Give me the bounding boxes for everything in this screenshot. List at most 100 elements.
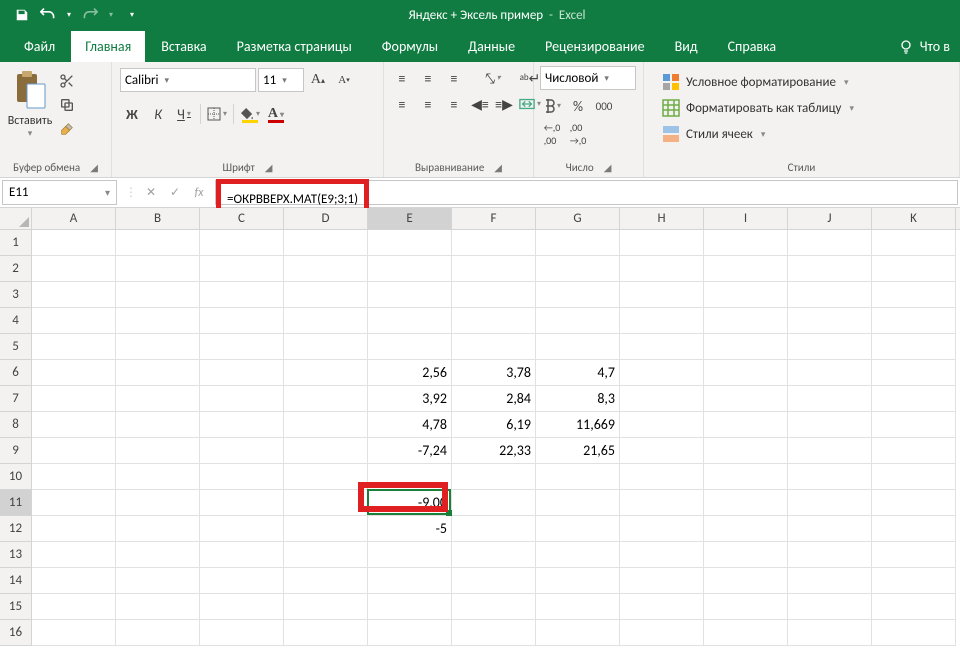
number-dialog-launcher[interactable]: ◢ (604, 161, 612, 174)
cell[interactable] (788, 334, 872, 360)
cell[interactable] (872, 438, 956, 464)
cell[interactable] (704, 256, 788, 282)
cell[interactable] (704, 490, 788, 516)
cell[interactable] (116, 230, 200, 256)
cell[interactable] (788, 542, 872, 568)
cell[interactable] (536, 568, 620, 594)
cell[interactable] (200, 568, 284, 594)
cell-F9[interactable]: 22,33 (452, 438, 536, 464)
cell[interactable] (368, 594, 452, 620)
redo-button[interactable] (80, 5, 100, 25)
cell-E6[interactable]: 2,56 (368, 360, 452, 386)
cell[interactable] (536, 334, 620, 360)
cell[interactable] (200, 620, 284, 646)
cell[interactable] (368, 282, 452, 308)
row-header-16[interactable]: 16 (0, 620, 31, 646)
column-header-E[interactable]: E (368, 208, 452, 229)
cell[interactable] (200, 438, 284, 464)
cell[interactable] (32, 464, 116, 490)
italic-button[interactable]: К (146, 102, 170, 126)
cell[interactable] (872, 594, 956, 620)
cell[interactable] (704, 282, 788, 308)
cell-E8[interactable]: 4,78 (368, 412, 452, 438)
cell[interactable] (536, 490, 620, 516)
cell[interactable] (32, 594, 116, 620)
cell[interactable] (620, 594, 704, 620)
cell[interactable] (368, 256, 452, 282)
tab-file[interactable]: Файл (10, 31, 69, 62)
cell[interactable] (32, 256, 116, 282)
accounting-format-button[interactable] (540, 94, 564, 118)
orientation-button[interactable]: ⤡ (468, 66, 516, 90)
cell[interactable] (32, 542, 116, 568)
cell[interactable] (116, 542, 200, 568)
cell[interactable] (872, 464, 956, 490)
cell[interactable] (284, 594, 368, 620)
cell[interactable] (284, 256, 368, 282)
increase-font-button[interactable]: A▴ (306, 68, 330, 92)
row-header-11[interactable]: 11 (0, 490, 31, 516)
cell[interactable] (788, 308, 872, 334)
row-header-8[interactable]: 8 (0, 412, 31, 438)
cell[interactable] (872, 334, 956, 360)
cell[interactable] (452, 620, 536, 646)
cell-G9[interactable]: 21,65 (536, 438, 620, 464)
cell[interactable] (620, 542, 704, 568)
tab-data[interactable]: Данные (454, 31, 529, 62)
cell[interactable] (620, 438, 704, 464)
paste-button[interactable]: Вставить ▾ (6, 66, 54, 139)
tab-formulas[interactable]: Формулы (368, 31, 452, 62)
cell[interactable] (620, 386, 704, 412)
cell-styles-button[interactable]: Стили ячеек▾ (658, 122, 858, 146)
cell[interactable] (284, 334, 368, 360)
cell[interactable] (620, 282, 704, 308)
row-header-15[interactable]: 15 (0, 594, 31, 620)
cell[interactable] (284, 490, 368, 516)
cell[interactable] (116, 360, 200, 386)
insert-function-button[interactable]: fx (189, 186, 209, 200)
cell[interactable] (704, 360, 788, 386)
cell[interactable] (284, 464, 368, 490)
alignment-dialog-launcher[interactable]: ◢ (494, 161, 502, 174)
cell[interactable] (788, 516, 872, 542)
cell[interactable] (32, 490, 116, 516)
cell[interactable] (368, 568, 452, 594)
cell[interactable] (284, 620, 368, 646)
cell[interactable] (788, 256, 872, 282)
cell[interactable] (872, 360, 956, 386)
column-header-C[interactable]: C (200, 208, 284, 229)
cell[interactable] (704, 516, 788, 542)
cell[interactable] (200, 360, 284, 386)
cell[interactable] (788, 386, 872, 412)
cell[interactable] (368, 464, 452, 490)
row-header-9[interactable]: 9 (0, 438, 31, 464)
wrap-text-button[interactable]: ab↵ (518, 66, 542, 90)
cell-E9[interactable]: -7,24 (368, 438, 452, 464)
row-header-14[interactable]: 14 (0, 568, 31, 594)
cell[interactable] (452, 542, 536, 568)
align-middle-button[interactable]: ≡ (416, 66, 440, 90)
cell[interactable] (620, 412, 704, 438)
cell[interactable] (116, 386, 200, 412)
cell[interactable] (620, 568, 704, 594)
row-header-1[interactable]: 1 (0, 230, 31, 256)
formula-input[interactable]: =ОКРВВЕРХ.МАТ(E9;3;1) (215, 180, 958, 205)
cell[interactable] (200, 464, 284, 490)
cell-F8[interactable]: 6,19 (452, 412, 536, 438)
cell[interactable] (536, 308, 620, 334)
clipboard-dialog-launcher[interactable]: ◢ (90, 161, 98, 174)
row-header-2[interactable]: 2 (0, 256, 31, 282)
bold-button[interactable]: Ж (120, 102, 144, 126)
cell[interactable] (284, 308, 368, 334)
cell[interactable] (620, 516, 704, 542)
cell[interactable] (452, 256, 536, 282)
cell[interactable] (200, 230, 284, 256)
cell[interactable] (788, 438, 872, 464)
cell[interactable] (704, 620, 788, 646)
cell-G8[interactable]: 11,669 (536, 412, 620, 438)
column-header-J[interactable]: J (788, 208, 872, 229)
cell[interactable] (32, 282, 116, 308)
percent-button[interactable]: % (566, 94, 590, 118)
cell[interactable] (368, 230, 452, 256)
cell[interactable] (872, 516, 956, 542)
